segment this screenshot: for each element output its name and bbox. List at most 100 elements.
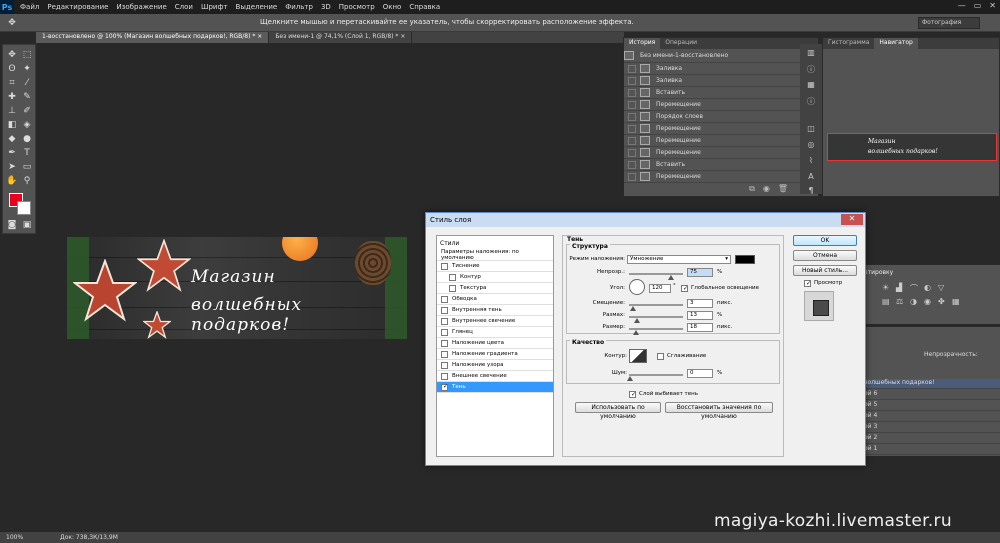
dodge-icon[interactable]: ●	[21, 133, 33, 145]
checkbox[interactable]	[449, 284, 456, 292]
spread-input[interactable]: 13	[687, 311, 713, 320]
tab-navigator[interactable]: Навигатор	[874, 38, 918, 49]
styles-header[interactable]: Стили	[440, 240, 459, 247]
checkbox[interactable]	[441, 295, 448, 303]
background-color-swatch[interactable]	[17, 201, 31, 215]
blur-icon[interactable]: ◆	[6, 133, 18, 145]
marquee-icon[interactable]: ⬚	[21, 49, 33, 61]
minimize-icon[interactable]: —	[958, 1, 966, 10]
stamp-icon[interactable]: ⊥	[6, 105, 18, 117]
angle-input[interactable]: 120	[649, 284, 671, 293]
zoom-icon[interactable]: ⚲	[21, 175, 33, 187]
style-item-color-overlay[interactable]: Наложение цвета	[437, 338, 553, 349]
style-item-gradient-overlay[interactable]: Наложение градиента	[437, 349, 553, 360]
pen-icon[interactable]: ✒	[6, 147, 18, 159]
type-icon[interactable]: T	[21, 147, 33, 159]
checkbox[interactable]	[441, 262, 448, 270]
style-item-pattern-overlay[interactable]: Наложение узора	[437, 360, 553, 371]
doc-tab[interactable]: Без имени-1 @ 74,1% (Слой 1, RGB/8) * ×	[269, 32, 413, 43]
reset-default-button[interactable]: Восстановить значения по умолчанию	[665, 402, 773, 420]
layer-row[interactable]: ой 3	[862, 423, 1000, 433]
curves-icon[interactable]: ⌒	[910, 283, 919, 293]
shape-icon[interactable]: ▭	[21, 161, 33, 173]
knockout-checkbox[interactable]	[629, 391, 636, 398]
vibrance-icon[interactable]: ▽	[938, 283, 947, 292]
style-item-inner-glow[interactable]: Внутреннее свечение	[437, 316, 553, 327]
navigator-thumbnail[interactable]: Магазин волшебных подарков!	[827, 133, 997, 161]
mixer-icon[interactable]: ✤	[938, 297, 947, 306]
style-item-stroke[interactable]: Обводка	[437, 294, 553, 305]
paths-icon[interactable]: ⌇	[805, 156, 817, 168]
menu-3d[interactable]: 3D	[321, 3, 331, 11]
history-item[interactable]: Перемещение	[624, 135, 818, 147]
balance-icon[interactable]: ⚖	[896, 297, 905, 306]
menu-image[interactable]: Изображение	[116, 3, 166, 11]
menu-edit[interactable]: Редактирование	[47, 3, 108, 11]
contour-preview-icon[interactable]	[629, 349, 647, 363]
angle-dial-icon[interactable]	[629, 279, 645, 295]
history-item[interactable]: Вставить	[624, 87, 818, 99]
healing-icon[interactable]: ✚	[6, 91, 18, 103]
style-item-drop-shadow[interactable]: Тень	[437, 382, 553, 393]
menu-filter[interactable]: Фильтр	[285, 3, 313, 11]
photo-filter-icon[interactable]: ◉	[924, 297, 933, 306]
size-slider-thumb[interactable]	[633, 330, 639, 335]
workspace-select[interactable]: Фотография	[918, 17, 980, 29]
hand-icon[interactable]: ✋	[6, 175, 18, 187]
checkbox[interactable]	[441, 372, 448, 380]
zoom-level[interactable]: 100%	[6, 534, 23, 541]
checkbox[interactable]	[441, 328, 448, 336]
checkbox[interactable]	[441, 361, 448, 369]
noise-slider-thumb[interactable]	[627, 376, 633, 381]
global-light-checkbox[interactable]	[681, 285, 688, 292]
exposure-icon[interactable]: ◐	[924, 283, 933, 292]
tab-histogram[interactable]: Гистограмма	[823, 38, 874, 49]
style-item-outer-glow[interactable]: Внешнее свечение	[437, 371, 553, 382]
layer-row[interactable]: ой 2	[862, 434, 1000, 444]
layer-row[interactable]: ой 6	[862, 390, 1000, 400]
doc-tab-active[interactable]: 1-восстановлено @ 100% (Магазин волшебны…	[36, 32, 270, 43]
checkbox[interactable]	[441, 317, 448, 325]
size-input[interactable]: 18	[687, 323, 713, 332]
style-item-bevel[interactable]: Тиснение	[437, 261, 553, 272]
distance-slider[interactable]	[629, 304, 683, 306]
trash-icon[interactable]: 🗑	[778, 184, 788, 196]
move-icon[interactable]: ✥	[6, 49, 18, 61]
blend-mode-select[interactable]: Умножение ▾	[627, 255, 731, 264]
history-item[interactable]: Заливка	[624, 63, 818, 75]
move-tool-icon[interactable]: ✥	[6, 17, 18, 29]
distance-input[interactable]: 3	[687, 299, 713, 308]
tab-history[interactable]: История	[624, 38, 661, 49]
history-item[interactable]: Перемещение	[624, 99, 818, 111]
tab-actions[interactable]: Операции	[660, 38, 702, 49]
preview-checkbox[interactable]	[804, 280, 811, 287]
magic-wand-icon[interactable]: ✦	[21, 63, 33, 75]
history-snapshot[interactable]: Без имени-1-восстановлено	[624, 49, 818, 63]
noise-slider[interactable]	[629, 374, 683, 376]
levels-icon[interactable]: ▟	[896, 283, 905, 292]
history-item[interactable]: Заливка	[624, 75, 818, 87]
history-item[interactable]: Перемещение	[624, 147, 818, 159]
layer-row[interactable]: ой 4	[862, 412, 1000, 422]
lookup-icon[interactable]: ▦	[952, 297, 961, 306]
brightness-icon[interactable]: ☀	[882, 283, 891, 292]
checkbox[interactable]	[449, 273, 456, 281]
info-i-icon[interactable]: ⓘ	[805, 96, 817, 108]
info-icon[interactable]: ⓘ	[805, 64, 817, 76]
new-document-icon[interactable]: ⧉	[749, 184, 755, 196]
eraser-icon[interactable]: ◧	[6, 119, 18, 131]
blending-options-item[interactable]: Параметры наложения: по умолчанию	[437, 249, 553, 261]
maximize-icon[interactable]: ▭	[974, 1, 982, 10]
spread-slider-thumb[interactable]	[634, 318, 640, 323]
opacity-slider[interactable]	[629, 273, 683, 275]
layers-icon[interactable]: ◫	[805, 124, 817, 136]
path-select-icon[interactable]: ➤	[6, 161, 18, 173]
checkbox[interactable]	[441, 339, 448, 347]
new-style-button[interactable]: Новый стиль...	[793, 265, 857, 276]
checkbox[interactable]	[441, 350, 448, 358]
canvas-image[interactable]: Магазин волшебных подарков!	[67, 237, 407, 339]
swatches-icon[interactable]: ▦	[805, 80, 817, 92]
distance-slider-thumb[interactable]	[630, 306, 636, 311]
antialias-checkbox[interactable]	[657, 353, 664, 360]
crop-icon[interactable]: ⌗	[6, 77, 18, 89]
